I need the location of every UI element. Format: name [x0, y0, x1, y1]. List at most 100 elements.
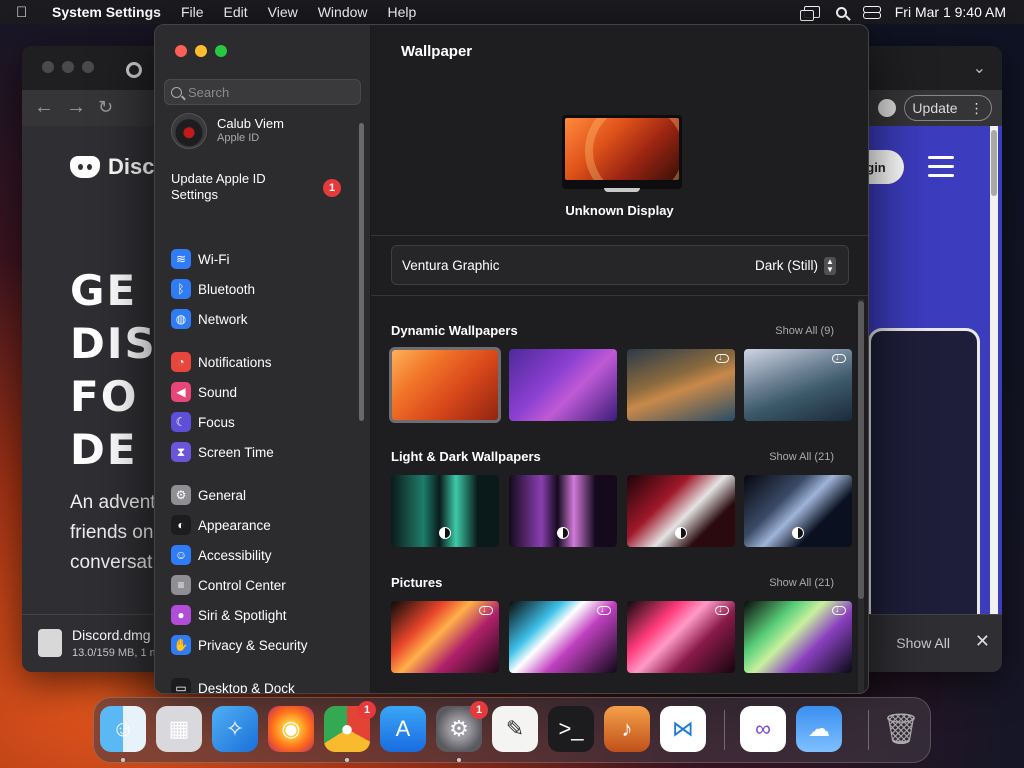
- account-name: Calub Viem: [217, 116, 284, 131]
- apple-menu-icon[interactable]: : [16, 4, 38, 21]
- wallpaper-pane: Wallpaper Unknown Display Ventura Graphi…: [371, 25, 868, 693]
- download-cloud-icon[interactable]: [479, 604, 493, 615]
- wallpaper-picker-row[interactable]: Ventura Graphic Dark (Still) ▲ ▼: [391, 245, 849, 285]
- chrome-tab-icon[interactable]: [126, 62, 142, 78]
- garageband-icon[interactable]: ♪: [604, 706, 650, 752]
- chevron-down-icon[interactable]: ⌄: [973, 58, 986, 78]
- sidebar-item-control-center[interactable]: ≡ Control Center: [171, 573, 356, 597]
- menu-help[interactable]: Help: [388, 4, 417, 20]
- menu-view[interactable]: View: [268, 4, 298, 20]
- terminal-icon[interactable]: >_: [548, 706, 594, 752]
- sidebar-scrollbar[interactable]: [359, 123, 364, 421]
- screen-mirroring-icon[interactable]: [799, 6, 820, 21]
- menu-clock[interactable]: Fri Mar 1 9:40 AM: [895, 4, 1006, 20]
- notification-badge: 1: [358, 701, 376, 719]
- download-cloud-icon[interactable]: [597, 604, 611, 615]
- dock-separator: [868, 710, 869, 750]
- wallpaper-thumb-blue-wave[interactable]: [744, 475, 852, 547]
- wallpaper-thumb-macos-purple[interactable]: [509, 475, 617, 547]
- wallpaper-thumb-picture-4[interactable]: [744, 601, 852, 673]
- back-arrow-icon[interactable]: ←: [34, 96, 54, 119]
- sidebar-item-desktop-dock[interactable]: ▭ Desktop & Dock: [171, 676, 356, 693]
- sidebar-item-sound[interactable]: ◀ Sound: [171, 380, 356, 404]
- minimize-window-button[interactable]: [195, 45, 207, 57]
- zoom-window-button[interactable]: [82, 61, 94, 73]
- moon-icon: ☾: [171, 412, 191, 432]
- reload-icon[interactable]: ↻: [98, 97, 113, 118]
- wallpaper-thumb-catalina-clouds[interactable]: [744, 349, 852, 421]
- file-icon: [38, 629, 62, 657]
- app-menu[interactable]: System Settings: [52, 4, 161, 20]
- textedit-icon[interactable]: ✎: [492, 706, 538, 752]
- wallpaper-thumb-macos-green[interactable]: [391, 475, 499, 547]
- forward-arrow-icon[interactable]: →: [66, 96, 86, 119]
- firefox-icon[interactable]: ◉: [268, 706, 314, 752]
- download-cloud-icon[interactable]: [715, 352, 729, 363]
- sidebar-item-accessibility[interactable]: ☺ Accessibility: [171, 543, 356, 567]
- close-window-button[interactable]: [175, 45, 187, 57]
- settings-search[interactable]: [164, 79, 361, 105]
- apple-id-account[interactable]: Calub Viem Apple ID: [171, 113, 361, 151]
- sidebar-item-general[interactable]: ⚙ General: [171, 483, 356, 507]
- appearance-mode-value[interactable]: Dark (Still): [755, 258, 818, 273]
- safari-icon[interactable]: ✧: [212, 706, 258, 752]
- weather-icon[interactable]: ☁: [796, 706, 842, 752]
- download-cloud-icon[interactable]: [832, 352, 846, 363]
- menu-window[interactable]: Window: [318, 4, 368, 20]
- search-input[interactable]: [188, 84, 348, 100]
- control-center-icon[interactable]: [862, 5, 881, 19]
- hamburger-menu-icon[interactable]: [928, 156, 954, 183]
- wifi-icon: ≋: [171, 249, 191, 269]
- wallpaper-thumb-picture-1[interactable]: [391, 601, 499, 673]
- sidebar-item-focus[interactable]: ☾ Focus: [171, 410, 356, 434]
- download-file-name[interactable]: Discord.dmg: [72, 627, 151, 643]
- wallpaper-thumb-picture-2[interactable]: [509, 601, 617, 673]
- content-scrollbar[interactable]: [858, 299, 864, 693]
- profile-avatar-icon[interactable]: [878, 99, 896, 117]
- page-scrollbar[interactable]: [990, 126, 998, 616]
- kebab-menu-icon[interactable]: ⋮: [970, 100, 984, 117]
- sidebar-item-wi-fi[interactable]: ≋ Wi-Fi: [171, 247, 356, 271]
- show-all-light-dark[interactable]: Show All (21): [769, 451, 834, 463]
- menu-file[interactable]: File: [181, 4, 204, 20]
- sidebar-item-network[interactable]: ◍ Network: [171, 307, 356, 331]
- launchpad-icon[interactable]: ▦: [156, 706, 202, 752]
- discord-logo[interactable]: Disc: [70, 154, 154, 180]
- notification-badge: 1: [323, 179, 341, 197]
- show-all-dynamic[interactable]: Show All (9): [775, 325, 834, 337]
- device-illustration: [868, 328, 980, 618]
- close-window-button[interactable]: [42, 61, 54, 73]
- sidebar-item-screen-time[interactable]: ⧗ Screen Time: [171, 440, 356, 464]
- download-cloud-icon[interactable]: [832, 604, 846, 615]
- app-store-icon[interactable]: A: [380, 706, 426, 752]
- close-icon[interactable]: ✕: [975, 631, 990, 652]
- sidebar-item-appearance[interactable]: ◐ Appearance: [171, 513, 356, 537]
- sidebar-item-label: Accessibility: [198, 547, 272, 563]
- finder-icon[interactable]: ☺: [100, 706, 146, 752]
- display-preview: Unknown Display: [371, 85, 868, 235]
- dock: ☺ ▦ ✧ ◉ ● 1 A ⚙ 1 ✎ >_ ♪ ⋈ ∞ ☁ 🗑: [93, 697, 931, 763]
- menu-edit[interactable]: Edit: [224, 4, 248, 20]
- show-all-pictures[interactable]: Show All (21): [769, 577, 834, 589]
- vscode-icon[interactable]: ⋈: [660, 706, 706, 752]
- sidebar-item-siri-spotlight[interactable]: ● Siri & Spotlight: [171, 603, 356, 627]
- wallpaper-thumb-ventura[interactable]: [389, 347, 501, 423]
- update-apple-id-settings[interactable]: Update Apple ID Settings 1: [171, 171, 351, 205]
- wallpaper-thumb-ventura-purple[interactable]: [509, 349, 617, 421]
- sidebar-item-privacy-security[interactable]: ✋ Privacy & Security: [171, 633, 356, 657]
- chrome-update-button[interactable]: Update ⋮: [904, 95, 992, 121]
- sidebar-item-bluetooth[interactable]: ᛒ Bluetooth: [171, 277, 356, 301]
- download-cloud-icon[interactable]: [715, 604, 729, 615]
- spotlight-search-icon[interactable]: [835, 6, 847, 18]
- chevron-updown-icon[interactable]: ▲ ▼: [824, 257, 836, 275]
- control-center-icon: ≡: [171, 575, 191, 595]
- minimize-window-button[interactable]: [62, 61, 74, 73]
- wallpaper-thumb-catalina-day[interactable]: [627, 349, 735, 421]
- trash-icon[interactable]: 🗑: [878, 706, 924, 752]
- sidebar-item-notifications[interactable]: ◔ Notifications: [171, 350, 356, 374]
- wallpaper-thumb-red-wave[interactable]: [627, 475, 735, 547]
- download-show-all[interactable]: Show All: [896, 635, 950, 651]
- visual-studio-icon[interactable]: ∞: [740, 706, 786, 752]
- zoom-window-button[interactable]: [215, 45, 227, 57]
- wallpaper-thumb-picture-3[interactable]: [627, 601, 735, 673]
